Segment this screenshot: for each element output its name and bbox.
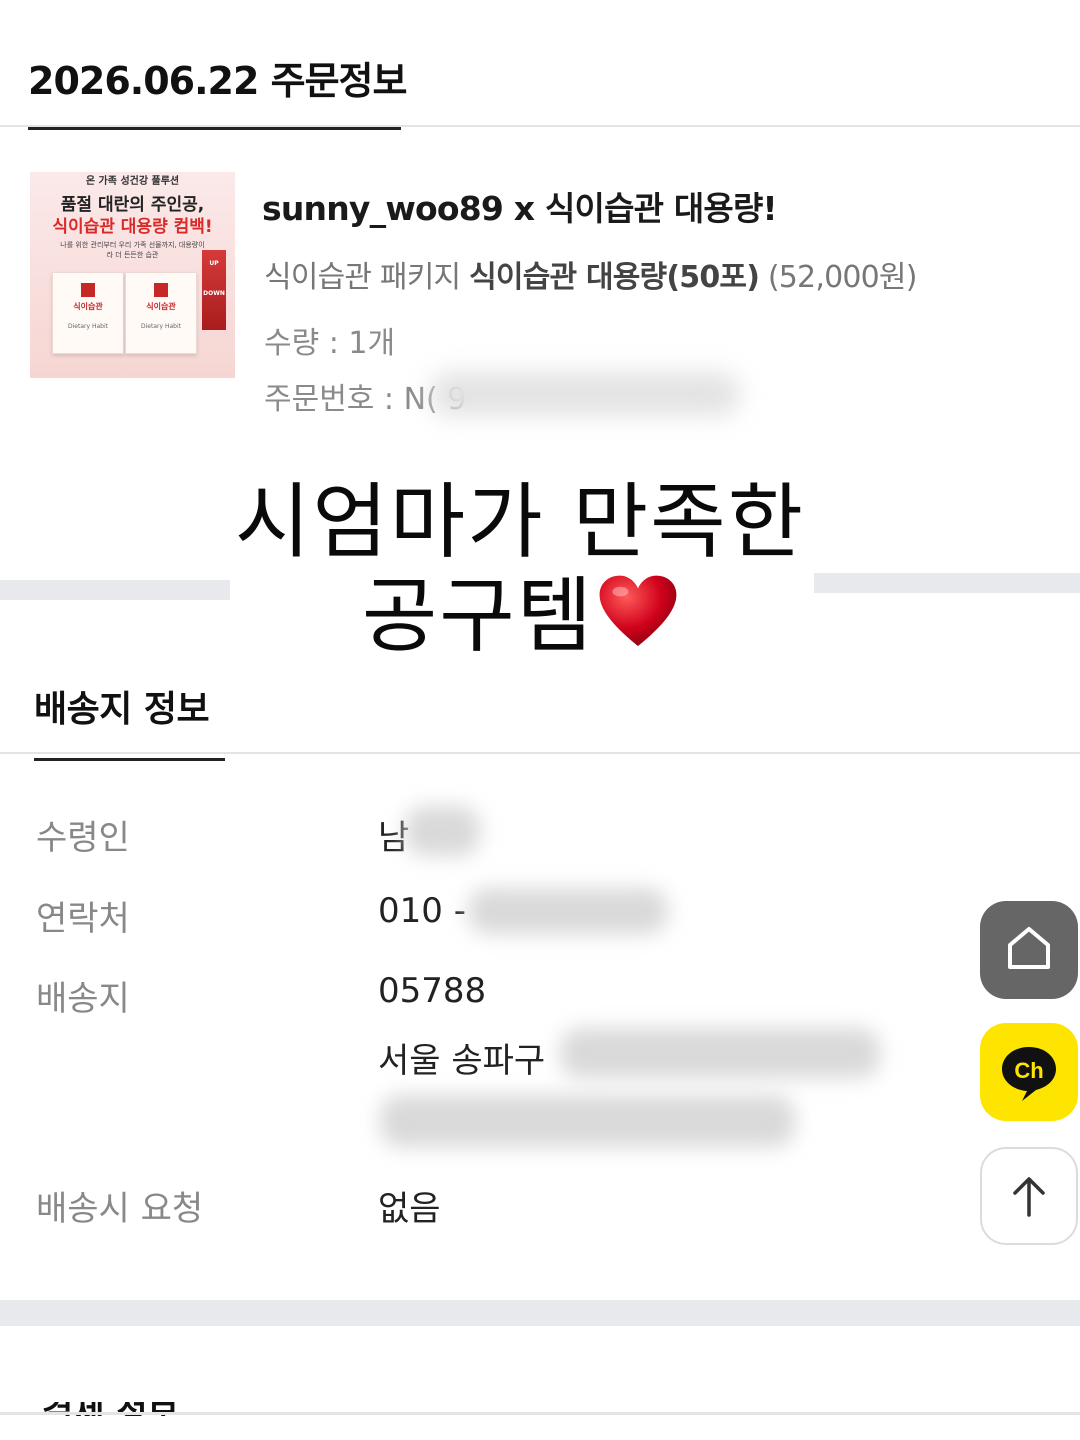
divider <box>0 1412 1080 1415</box>
arrow-up-icon <box>1013 1177 1045 1217</box>
product-title[interactable]: sunny_woo89 x 식이습관 대용량! <box>262 182 778 230</box>
package-box-left: 식이습관 Dietary Habit <box>52 272 124 354</box>
story-caption-line2: 공구템 <box>220 572 820 662</box>
product-quantity: 수량 : 1개 <box>264 326 396 361</box>
story-caption-line1: 시엄마가 만족한 <box>234 475 806 570</box>
story-caption-text: 공구템 <box>361 569 595 664</box>
kakao-channel-button[interactable]: Ch <box>980 1023 1078 1121</box>
delivery-request-label: 배송시 요청 <box>36 1189 204 1229</box>
option-name: 식이습관 대용량(50포) <box>469 260 760 295</box>
redacted-address <box>560 1028 880 1078</box>
section-separator <box>0 580 230 600</box>
up-down-badge: UP DOWN <box>202 250 226 330</box>
divider <box>0 752 1080 754</box>
product-thumbnail[interactable]: 온 가족 성건강 풀루션 품절 대란의 주인공, 식이습관 대용량 컴백! 나를… <box>30 172 235 378</box>
contact-label: 연락처 <box>36 899 130 939</box>
scroll-to-top-button[interactable] <box>980 1147 1078 1245</box>
chat-bubble-icon: Ch <box>1002 1047 1056 1101</box>
thumb-subtext: 나를 위한 관리부터 우리 가족 선물까지, 대용량이라 더 든든한 습관 <box>60 241 205 259</box>
title-underline <box>34 758 225 761</box>
heart-icon <box>599 575 677 646</box>
postal-code: 05788 <box>378 971 487 1011</box>
redacted-recipient <box>405 806 480 856</box>
title-underline <box>28 127 401 130</box>
option-price: (52,000원) <box>767 260 918 295</box>
package-box-right: 식이습관 Dietary Habit <box>125 272 197 354</box>
section-separator <box>814 573 1080 593</box>
order-date-title: 2026.06.22 주문정보 <box>28 59 407 103</box>
section-separator <box>0 1300 1080 1326</box>
redacted-address-detail <box>380 1095 795 1147</box>
recipient-label: 수령인 <box>36 818 130 858</box>
home-icon <box>1008 927 1050 969</box>
redacted-phone <box>468 888 668 934</box>
redacted-order-number <box>430 372 740 416</box>
delivery-request-value: 없음 <box>378 1189 441 1229</box>
thumb-headline-2: 식이습관 대용량 컴백! <box>52 217 213 237</box>
svg-text:Ch: Ch <box>1014 1058 1043 1083</box>
shipping-section-title: 배송지 정보 <box>34 689 210 730</box>
address-line: 서울 송파구 <box>378 1041 546 1081</box>
option-prefix: 식이습관 패키지 <box>264 260 461 295</box>
contact-value: 010 - <box>378 891 466 931</box>
product-option: 식이습관 패키지 식이습관 대용량(50포) (52,000원) <box>264 252 917 296</box>
address-label: 배송지 <box>36 979 130 1019</box>
thumb-top-text: 온 가족 성건강 풀루션 <box>85 176 180 187</box>
home-button[interactable] <box>980 901 1078 999</box>
